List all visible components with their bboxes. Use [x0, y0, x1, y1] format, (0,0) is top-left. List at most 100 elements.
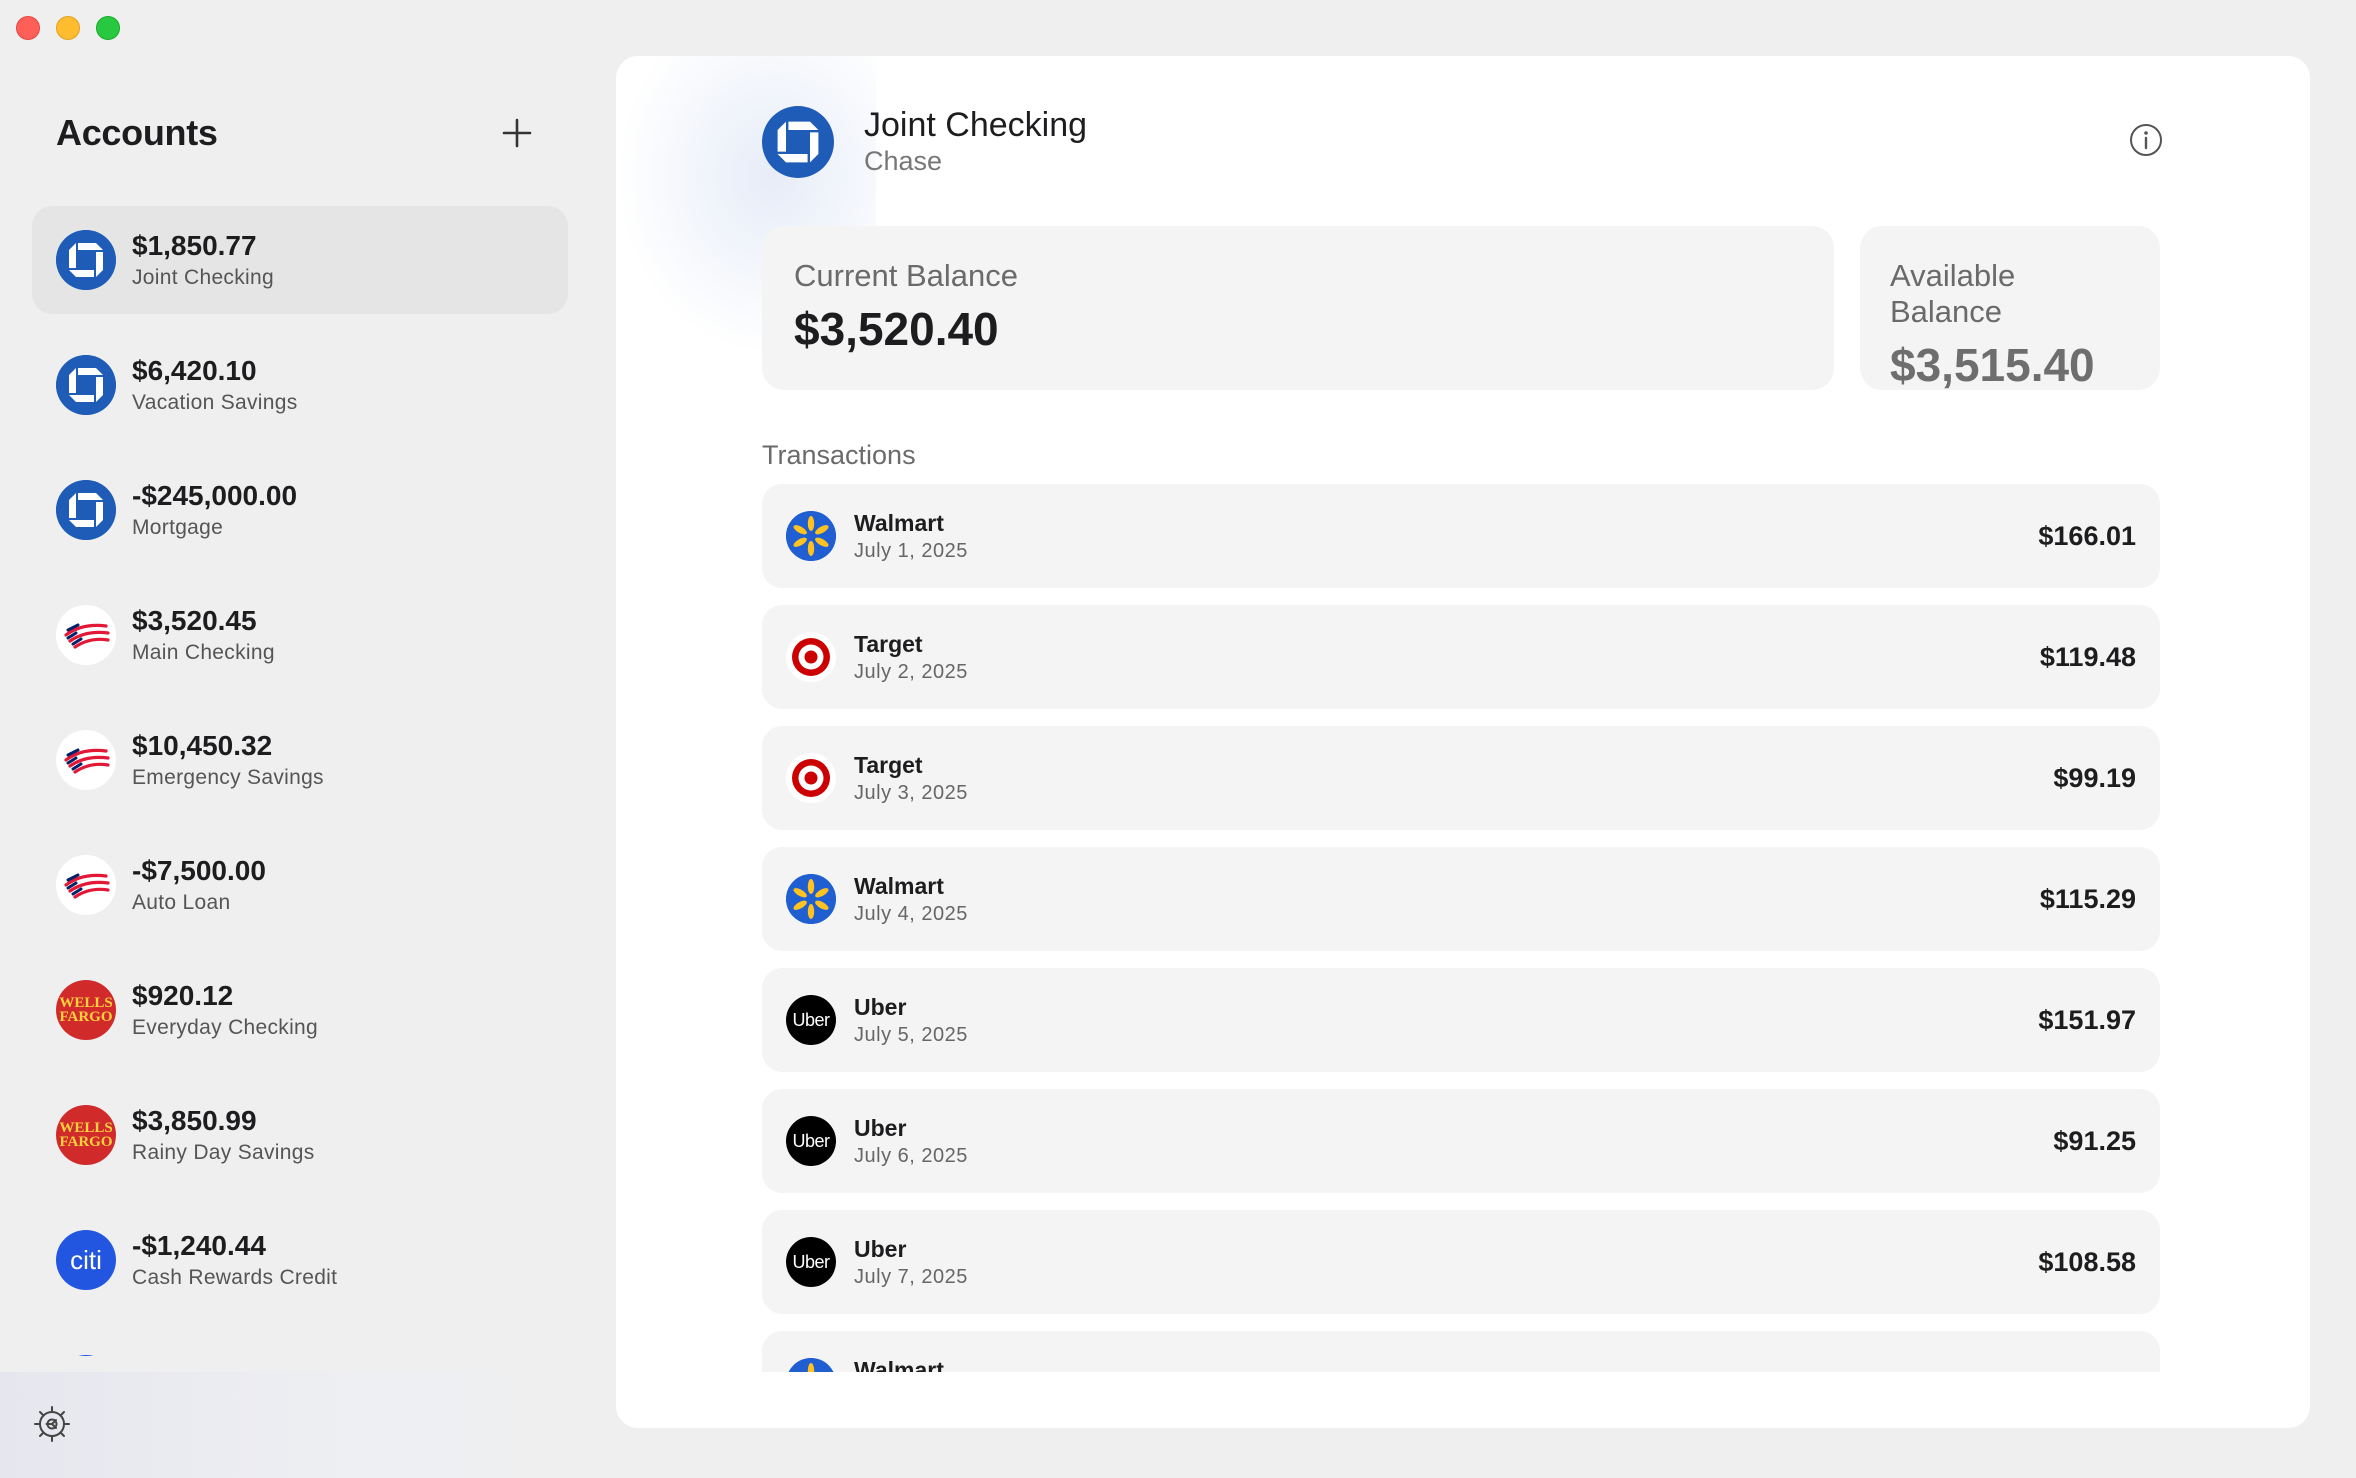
transactions-heading: Transactions [762, 440, 916, 470]
account-name: Mortgage [132, 516, 224, 539]
citi-logo-icon: citi [56, 1230, 116, 1290]
transaction-row[interactable]: Walmart July 4, 2025 $115.29 [762, 847, 2160, 951]
sidebar-title: Accounts [56, 112, 218, 153]
chase-logo-icon [56, 480, 116, 540]
chase-logo-icon [56, 230, 116, 290]
account-item[interactable]: $1,850.77 Joint Checking [32, 206, 568, 314]
account-balance: $1,850.77 [132, 230, 257, 261]
transaction-row[interactable]: WalmartJuly 8, 2025$163.84 [762, 1331, 2160, 1372]
account-name: Emergency Savings [132, 766, 324, 789]
account-bank-name: Chase [864, 146, 943, 176]
info-icon [2130, 124, 2162, 156]
transaction-amount: $115.29 [2039, 883, 2136, 914]
transaction-merchant: Uber [854, 1115, 907, 1141]
transaction-merchant: Uber [854, 1236, 907, 1262]
account-item[interactable]: $10,450.32 Emergency Savings [32, 706, 568, 814]
account-name: Auto Loan [132, 891, 231, 914]
transaction-merchant: Walmart [854, 873, 944, 899]
transaction-merchant: Uber [854, 994, 907, 1020]
walmart-logo-icon [786, 1358, 836, 1372]
account-item[interactable]: citi-$5,600.00 [32, 1331, 568, 1356]
account-balance: $10,450.32 [132, 730, 273, 761]
account-balance: $6,420.10 [132, 355, 257, 386]
wells-fargo-logo-text: WELLS FARGO [59, 1120, 113, 1150]
target-logo-icon [786, 632, 836, 682]
walmart-logo-icon [786, 511, 836, 561]
add-account-button[interactable] [496, 112, 538, 154]
transaction-date: July 4, 2025 [854, 903, 968, 925]
bank-of-america-logo-icon [56, 730, 116, 790]
account-balance: $3,850.99 [132, 1105, 257, 1136]
wells-fargo-logo-icon: WELLS FARGO [56, 1105, 116, 1165]
uber-logo-icon: Uber [786, 1116, 836, 1166]
transaction-amount: $91.25 [2053, 1125, 2136, 1156]
transaction-amount: $151.97 [2038, 1004, 2136, 1035]
bank-of-america-logo-icon [56, 855, 116, 915]
account-list: $1,850.77 Joint Checking $6,420.10 Vacation… [32, 206, 568, 1356]
account-item[interactable]: -$7,500.00 Auto Loan [32, 831, 568, 939]
transaction-amount: $119.48 [2039, 641, 2136, 672]
current-balance-card: Current Balance $3,520.40 [762, 226, 1834, 390]
chase-logo-icon [762, 106, 834, 178]
account-item[interactable]: WELLS FARGO $3,850.99 Rainy Day Savings [32, 1081, 568, 1189]
transaction-merchant: Target [854, 631, 923, 657]
uber-logo-icon: Uber [786, 995, 836, 1045]
available-balance-label: Available Balance [1890, 258, 2016, 329]
transaction-date: July 2, 2025 [854, 661, 968, 683]
transaction-date: July 3, 2025 [854, 782, 968, 804]
transaction-amount: $166.01 [2038, 520, 2136, 551]
transaction-amount: $99.19 [2053, 762, 2136, 793]
account-balance: $920.12 [132, 980, 234, 1011]
account-balance: -$1,240.44 [132, 1230, 266, 1261]
transaction-list: Walmart July 1, 2025 $166.01 Target July 2, … [762, 484, 2160, 1372]
transaction-date: July 6, 2025 [854, 1145, 968, 1167]
uber-logo-icon: Uber [786, 1237, 836, 1287]
account-title: Joint Checking [864, 106, 1088, 144]
uber-logo-text: Uber [792, 1009, 830, 1030]
sidebar-footer [0, 1372, 600, 1478]
uber-logo-text: Uber [792, 1130, 830, 1151]
account-item[interactable]: WELLS FARGO $920.12 Everyday Checking [32, 956, 568, 1064]
account-item[interactable]: $3,520.45 Main Checking [32, 581, 568, 689]
transaction-date: July 5, 2025 [854, 1024, 968, 1046]
account-balance: -$7,500.00 [132, 855, 266, 886]
transaction-merchant: Target [854, 752, 923, 778]
account-item[interactable]: $6,420.10 Vacation Savings [32, 331, 568, 439]
transaction-row[interactable]: Uber Uber July 5, 2025 $151.97 [762, 968, 2160, 1072]
account-balance: $3,520.45 [132, 605, 257, 636]
account-item[interactable]: citi -$1,240.44 Cash Rewards Credit [32, 1206, 568, 1314]
account-info-button[interactable] [2128, 122, 2164, 158]
plus-icon [502, 118, 532, 148]
available-balance-value: $3,515.40 [1890, 339, 2095, 391]
transaction-row[interactable]: Uber Uber July 7, 2025 $108.58 [762, 1210, 2160, 1314]
transaction-date: July 1, 2025 [854, 540, 968, 562]
transaction-merchant: Walmart [854, 510, 944, 536]
transaction-row[interactable]: Uber Uber July 6, 2025 $91.25 [762, 1089, 2160, 1193]
account-name: Main Checking [132, 641, 275, 664]
transaction-date: July 7, 2025 [854, 1266, 968, 1288]
transaction-row[interactable]: Target July 2, 2025 $119.48 [762, 605, 2160, 709]
account-name: Cash Rewards Credit [132, 1266, 338, 1289]
transaction-amount: $108.58 [2038, 1246, 2136, 1277]
walmart-logo-icon [786, 874, 836, 924]
citi-logo-icon: citi [56, 1355, 116, 1356]
wells-fargo-logo-text: WELLS FARGO [59, 995, 113, 1025]
settings-button[interactable] [32, 1404, 72, 1444]
transaction-amount: $163.84 [2038, 1368, 2136, 1373]
sidebar: Accounts $1,850.77 Joint Checking $6,420.1… [0, 0, 600, 1478]
account-name: Everyday Checking [132, 1016, 319, 1039]
chase-logo-icon [56, 355, 116, 415]
uber-logo-text: Uber [792, 1251, 830, 1272]
bank-of-america-logo-icon [56, 605, 116, 665]
account-balance: -$245,000.00 [132, 480, 298, 511]
transaction-row[interactable]: Target July 3, 2025 $99.19 [762, 726, 2160, 830]
account-name: Rainy Day Savings [132, 1141, 315, 1164]
transaction-row[interactable]: Walmart July 1, 2025 $166.01 [762, 484, 2160, 588]
account-name: Joint Checking [132, 266, 274, 289]
transaction-merchant: Walmart [854, 1357, 944, 1372]
target-logo-icon [786, 753, 836, 803]
wells-fargo-logo-icon: WELLS FARGO [56, 980, 116, 1040]
account-detail-panel: Joint Checking Chase Current Balance $3,… [616, 56, 2310, 1428]
account-item[interactable]: -$245,000.00 Mortgage [32, 456, 568, 564]
citi-logo-text: citi [70, 1244, 102, 1275]
